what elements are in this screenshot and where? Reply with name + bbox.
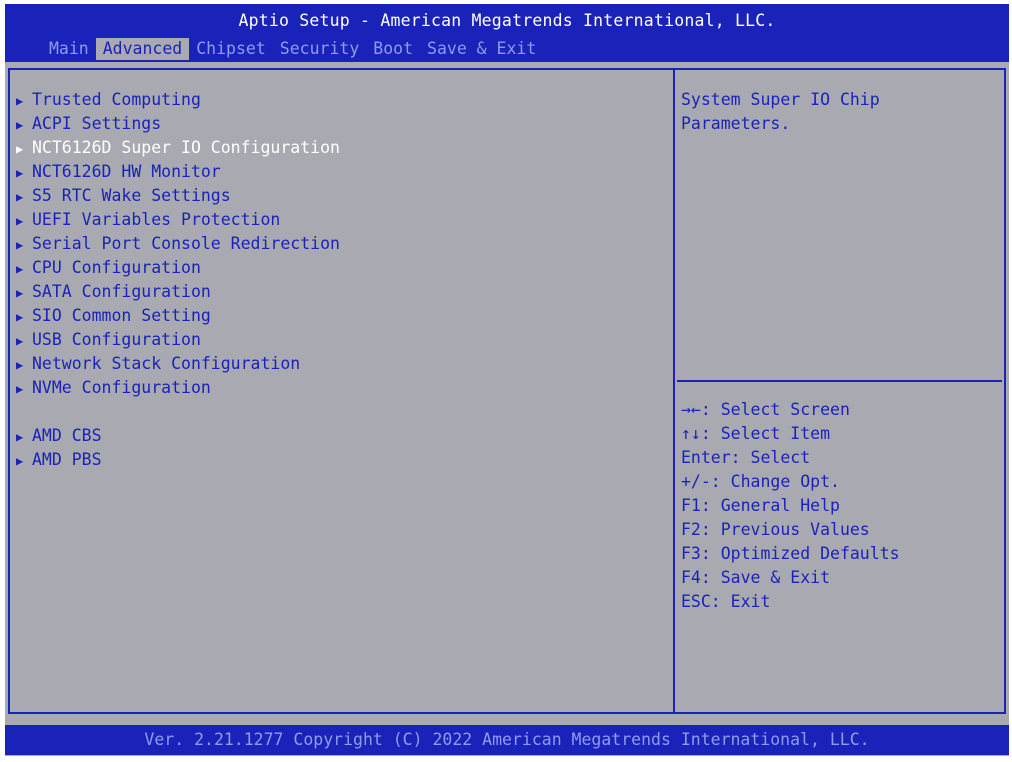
submenu-arrow-icon: ▶ — [16, 454, 24, 468]
key-hint-general-help: F1: General Help — [681, 496, 840, 515]
submenu-arrow-icon: ▶ — [16, 358, 24, 372]
menu-item-amd-cbs[interactable]: ▶ AMD CBS — [16, 424, 340, 448]
help-line: Parameters. — [681, 114, 791, 133]
menu-item-label: NCT6126D Super IO Configuration — [32, 138, 340, 157]
submenu-arrow-icon: ▶ — [16, 382, 24, 396]
menu-item-label: SIO Common Setting — [32, 306, 211, 325]
submenu-arrow-icon: ▶ — [16, 190, 24, 204]
key-hint-enter: Enter: Select — [681, 448, 811, 467]
menu-item-acpi-settings[interactable]: ▶ ACPI Settings — [16, 112, 340, 136]
help-divider — [677, 380, 1002, 382]
help-text: System Super IO Chip Parameters. — [681, 88, 880, 136]
key-hint-optimized-defaults: F3: Optimized Defaults — [681, 544, 900, 563]
tab-main[interactable]: Main — [42, 38, 96, 60]
submenu-arrow-icon: ▶ — [16, 118, 24, 132]
tab-chipset[interactable]: Chipset — [189, 38, 273, 60]
bios-title: Aptio Setup - American Megatrends Intern… — [238, 11, 776, 30]
menu-item-label: Serial Port Console Redirection — [32, 234, 340, 253]
submenu-arrow-icon: ▶ — [16, 238, 24, 252]
menu-item-serial-console-redirection[interactable]: ▶ Serial Port Console Redirection — [16, 232, 340, 256]
tab-save-exit[interactable]: Save & Exit — [420, 38, 543, 60]
submenu-arrow-icon: ▶ — [16, 166, 24, 180]
menu-item-amd-pbs[interactable]: ▶ AMD PBS — [16, 448, 340, 472]
bios-screen: Aptio Setup - American Megatrends Intern… — [5, 4, 1009, 756]
menu-panel: ▶ Trusted Computing ▶ ACPI Settings ▶ NCT61… — [8, 68, 675, 714]
menu-item-label: S5 RTC Wake Settings — [32, 186, 231, 205]
key-hint-esc-exit: ESC: Exit — [681, 592, 771, 611]
submenu-arrow-icon: ▶ — [16, 286, 24, 300]
menu-item-sata-configuration[interactable]: ▶ SATA Configuration — [16, 280, 340, 304]
menu-item-label: AMD PBS — [32, 450, 102, 469]
submenu-arrow-icon: ▶ — [16, 142, 24, 156]
version-copyright: Ver. 2.21.1277 Copyright (C) 2022 Americ… — [144, 730, 870, 749]
key-hint-previous-values: F2: Previous Values — [681, 520, 870, 539]
menu-item-label: AMD CBS — [32, 426, 102, 445]
footer-bar: Ver. 2.21.1277 Copyright (C) 2022 Americ… — [5, 725, 1009, 755]
tab-security[interactable]: Security — [273, 38, 366, 60]
key-legend: →←: Select Screen ↑↓: Select Item Enter:… — [681, 398, 900, 614]
menu-item-label: UEFI Variables Protection — [32, 210, 281, 229]
menu-item-label: USB Configuration — [32, 330, 201, 349]
menu-item-uefi-variables-protection[interactable]: ▶ UEFI Variables Protection — [16, 208, 340, 232]
tab-boot[interactable]: Boot — [366, 38, 420, 60]
menu-item-label: Trusted Computing — [32, 90, 201, 109]
menu-item-label: Network Stack Configuration — [32, 354, 301, 373]
tab-advanced[interactable]: Advanced — [95, 38, 190, 60]
menu-item-trusted-computing[interactable]: ▶ Trusted Computing — [16, 88, 340, 112]
menu-item-usb-configuration[interactable]: ▶ USB Configuration — [16, 328, 340, 352]
menu-item-super-io-configuration[interactable]: ▶ NCT6126D Super IO Configuration — [16, 136, 340, 160]
submenu-arrow-icon: ▶ — [16, 94, 24, 108]
menu-item-s5-rtc-wake[interactable]: ▶ S5 RTC Wake Settings — [16, 184, 340, 208]
menu-item-label: SATA Configuration — [32, 282, 211, 301]
menu-item-label: CPU Configuration — [32, 258, 201, 277]
submenu-arrow-icon: ▶ — [16, 214, 24, 228]
menu-item-hw-monitor[interactable]: ▶ NCT6126D HW Monitor — [16, 160, 340, 184]
submenu-arrow-icon: ▶ — [16, 430, 24, 444]
header-bar: Aptio Setup - American Megatrends Intern… — [5, 4, 1009, 62]
tab-bar: Main Advanced Chipset Security Boot Save… — [42, 38, 543, 60]
key-hint-select-screen: →←: Select Screen — [681, 400, 850, 419]
menu-item-sio-common-setting[interactable]: ▶ SIO Common Setting — [16, 304, 340, 328]
submenu-arrow-icon: ▶ — [16, 334, 24, 348]
menu-item-label: NCT6126D HW Monitor — [32, 162, 221, 181]
key-hint-save-exit: F4: Save & Exit — [681, 568, 831, 587]
menu-item-network-stack-configuration[interactable]: ▶ Network Stack Configuration — [16, 352, 340, 376]
menu-list: ▶ Trusted Computing ▶ ACPI Settings ▶ NCT61… — [16, 88, 340, 472]
key-hint-select-item: ↑↓: Select Item — [681, 424, 831, 443]
menu-item-nvme-configuration[interactable]: ▶ NVMe Configuration — [16, 376, 340, 400]
menu-item-label: NVMe Configuration — [32, 378, 211, 397]
submenu-arrow-icon: ▶ — [16, 262, 24, 276]
help-line: System Super IO Chip — [681, 90, 880, 109]
menu-item-cpu-configuration[interactable]: ▶ CPU Configuration — [16, 256, 340, 280]
key-hint-change-opt: +/-: Change Opt. — [681, 472, 840, 491]
help-panel: System Super IO Chip Parameters. →←: Sel… — [673, 68, 1006, 714]
submenu-arrow-icon: ▶ — [16, 310, 24, 324]
menu-item-label: ACPI Settings — [32, 114, 162, 133]
